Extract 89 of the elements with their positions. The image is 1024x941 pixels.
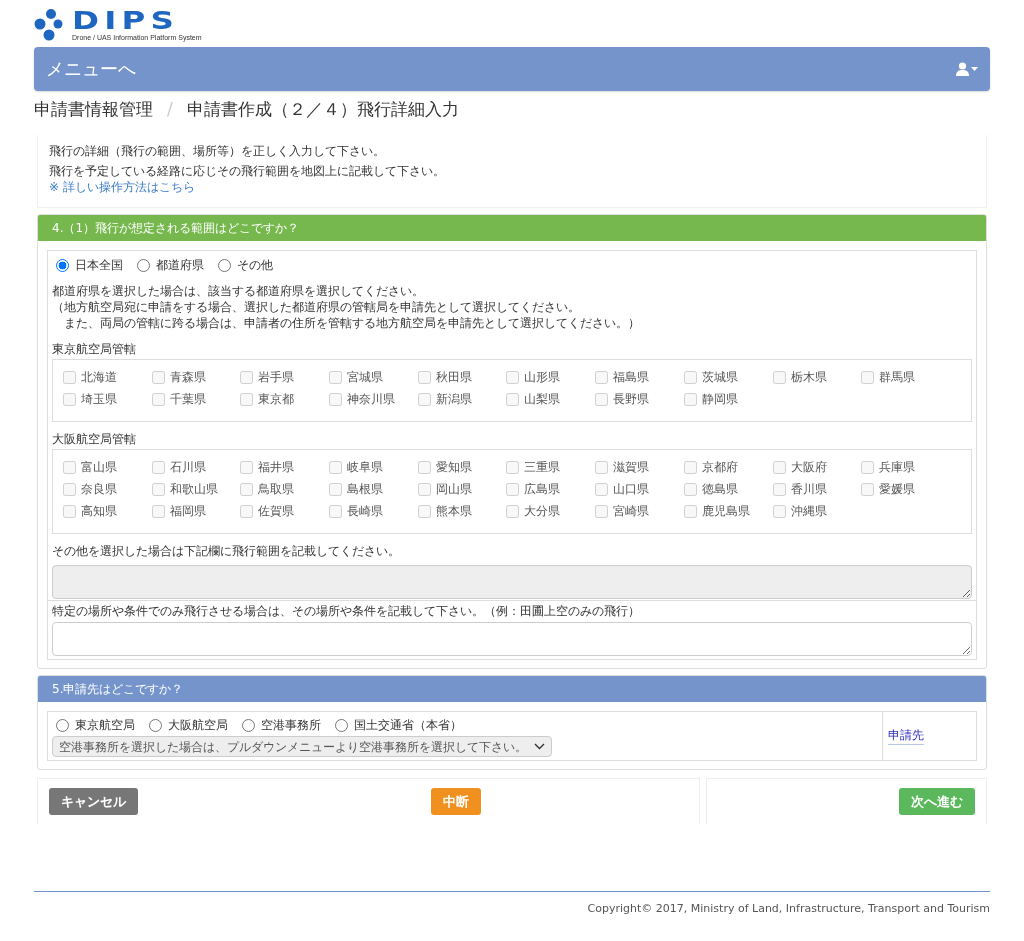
instruction-text: 飛行を予定している経路に応じその飛行範囲を地図上に記載して下さい。 <box>49 163 446 179</box>
checkbox-label: 埼玉県 <box>81 391 117 407</box>
breadcrumb-item: 申請書情報管理 <box>34 98 153 121</box>
checkbox-label: 高知県 <box>81 503 117 519</box>
checkbox-label: 山口県 <box>613 481 650 497</box>
checkbox-label: 京都府 <box>701 459 738 475</box>
note-text: 特定の場所や条件でのみ飛行させる場合は、その場所や条件を記載して下さい。（例：田圃上空のみの飛行） <box>52 603 641 619</box>
chevron-icon <box>534 743 545 750</box>
section-header: 5.申請先はどこですか？ <box>38 676 986 702</box>
menu-link[interactable]: メニューへ <box>46 57 136 81</box>
checkbox-label: 千葉県 <box>169 391 206 407</box>
section-header: 4.（1）飛行が想定される範囲はどこですか？ <box>38 215 986 241</box>
radio-label: 日本全国 <box>75 257 123 273</box>
checkbox-label: 沖縄県 <box>790 503 827 519</box>
copyright-text: Copyright© 2017, Ministry of Land, Infrastructure, Transport and Tourism <box>587 902 990 915</box>
checkbox-label: 山梨県 <box>524 391 561 407</box>
checkbox-label: 静岡県 <box>701 391 738 407</box>
help-link[interactable]: ※ 詳しい操作方法はこちら <box>49 179 195 195</box>
checkbox-label: 茨城県 <box>701 369 738 385</box>
instruction-text: 飛行の詳細（飛行の範囲、場所等）を正しく入力して下さい。 <box>49 143 386 159</box>
checkbox-label: 宮城県 <box>347 369 384 385</box>
checkbox-label: 香川県 <box>790 481 827 497</box>
user-menu-button[interactable] <box>954 60 980 78</box>
note-text: 都道府県を選択した場合は、該当する都道府県を選択してください。 <box>52 283 425 299</box>
checkbox-label: 宮崎県 <box>613 503 650 519</box>
logo-text: DIPS <box>72 9 180 33</box>
checkbox-label: 島根県 <box>347 481 384 497</box>
checkbox-label: 愛知県 <box>435 459 472 475</box>
radio-button[interactable] <box>218 258 231 272</box>
radio-label: 空港事務所 <box>261 717 321 733</box>
cancel-button[interactable]: キャンセル <box>49 788 138 815</box>
checkbox-label: 東京都 <box>258 391 295 407</box>
radio-button[interactable] <box>335 718 348 732</box>
checkbox-label: 鳥取県 <box>258 481 295 497</box>
checkbox-label: 佐賀県 <box>258 503 295 519</box>
checkbox-label: 奈良県 <box>81 481 117 497</box>
radio-label: 大阪航空局 <box>168 717 228 733</box>
checkbox-label: 福井県 <box>258 459 295 475</box>
checkbox-label: 福島県 <box>613 369 650 385</box>
radio-label: 東京航空局 <box>75 717 135 733</box>
checkbox-label: 愛媛県 <box>879 481 916 497</box>
radio-button[interactable] <box>149 718 162 732</box>
checkbox-label: 熊本県 <box>435 503 472 519</box>
checkbox-label: 福岡県 <box>169 503 206 519</box>
breadcrumb-item: 申請書作成（２／４）飛行詳細入力 <box>186 98 459 121</box>
checkbox-label: 富山県 <box>81 459 117 475</box>
airport-dropdown[interactable]: 空港事務所を選択した場合は、プルダウンメニューより空港事務所を選択して下さい。 <box>52 736 552 757</box>
checkbox-label: 新潟県 <box>435 391 472 407</box>
condition-field[interactable] <box>52 622 972 656</box>
checkbox-label: 長野県 <box>613 391 650 407</box>
checkbox-label: 滋賀県 <box>613 459 650 475</box>
radio-button[interactable] <box>137 258 150 272</box>
suspend-button[interactable]: 中断 <box>431 788 481 815</box>
checkbox-label: 栃木県 <box>790 369 827 385</box>
checkbox-label: 大分県 <box>524 503 561 519</box>
checkbox-label: 石川県 <box>169 459 206 475</box>
radio-label: 都道府県 <box>156 257 204 273</box>
note-text: （地方航空局宛に申請をする場合、選択した都道府県の管轄局を申請先として選択してください。 <box>52 299 581 315</box>
note-text: その他を選択した場合は下記欄に飛行範囲を記載してください。 <box>52 543 401 559</box>
checkbox-label: 徳島県 <box>701 481 738 497</box>
checkbox-label: 北海道 <box>81 369 117 385</box>
checkbox-label: 神奈川県 <box>347 391 396 407</box>
checkbox-label: 和歌山県 <box>169 481 218 497</box>
radio-label: 国土交通省（本省） <box>354 717 462 733</box>
next-button[interactable]: 次へ進む <box>899 788 975 815</box>
breadcrumb-separator: / <box>167 98 173 121</box>
checkbox-label: 岩手県 <box>258 369 295 385</box>
checkbox-label: 大阪府 <box>790 459 827 475</box>
destination-link[interactable]: 申請先 <box>888 727 924 745</box>
checkbox-label: 長崎県 <box>347 503 384 519</box>
checkbox-label: 岐阜県 <box>347 459 384 475</box>
checkbox-label: 三重県 <box>524 459 561 475</box>
note-text: また、両局の管轄に跨る場合は、申請者の住所を管轄する地方航空局を申請先として選択してください。） <box>63 315 641 331</box>
radio-button[interactable] <box>242 718 255 732</box>
person-icon <box>956 62 969 76</box>
checkbox-label: 青森県 <box>169 369 206 385</box>
group-label: 東京航空局管轄 <box>52 341 137 357</box>
checkbox-label: 兵庫県 <box>879 459 916 475</box>
checkbox-label: 秋田県 <box>435 369 472 385</box>
group-label: 大阪航空局管轄 <box>52 431 137 447</box>
checkbox-label: 岡山県 <box>435 481 472 497</box>
radio-button[interactable] <box>56 718 69 732</box>
radio-label: その他 <box>237 257 273 273</box>
checkbox-label: 群馬県 <box>879 369 916 385</box>
caret-icon <box>971 67 978 71</box>
checkbox-label: 広島県 <box>524 481 561 497</box>
checkbox-label: 山形県 <box>524 369 561 385</box>
checkbox-label: 鹿児島県 <box>701 503 750 519</box>
radio-button[interactable] <box>56 258 69 272</box>
